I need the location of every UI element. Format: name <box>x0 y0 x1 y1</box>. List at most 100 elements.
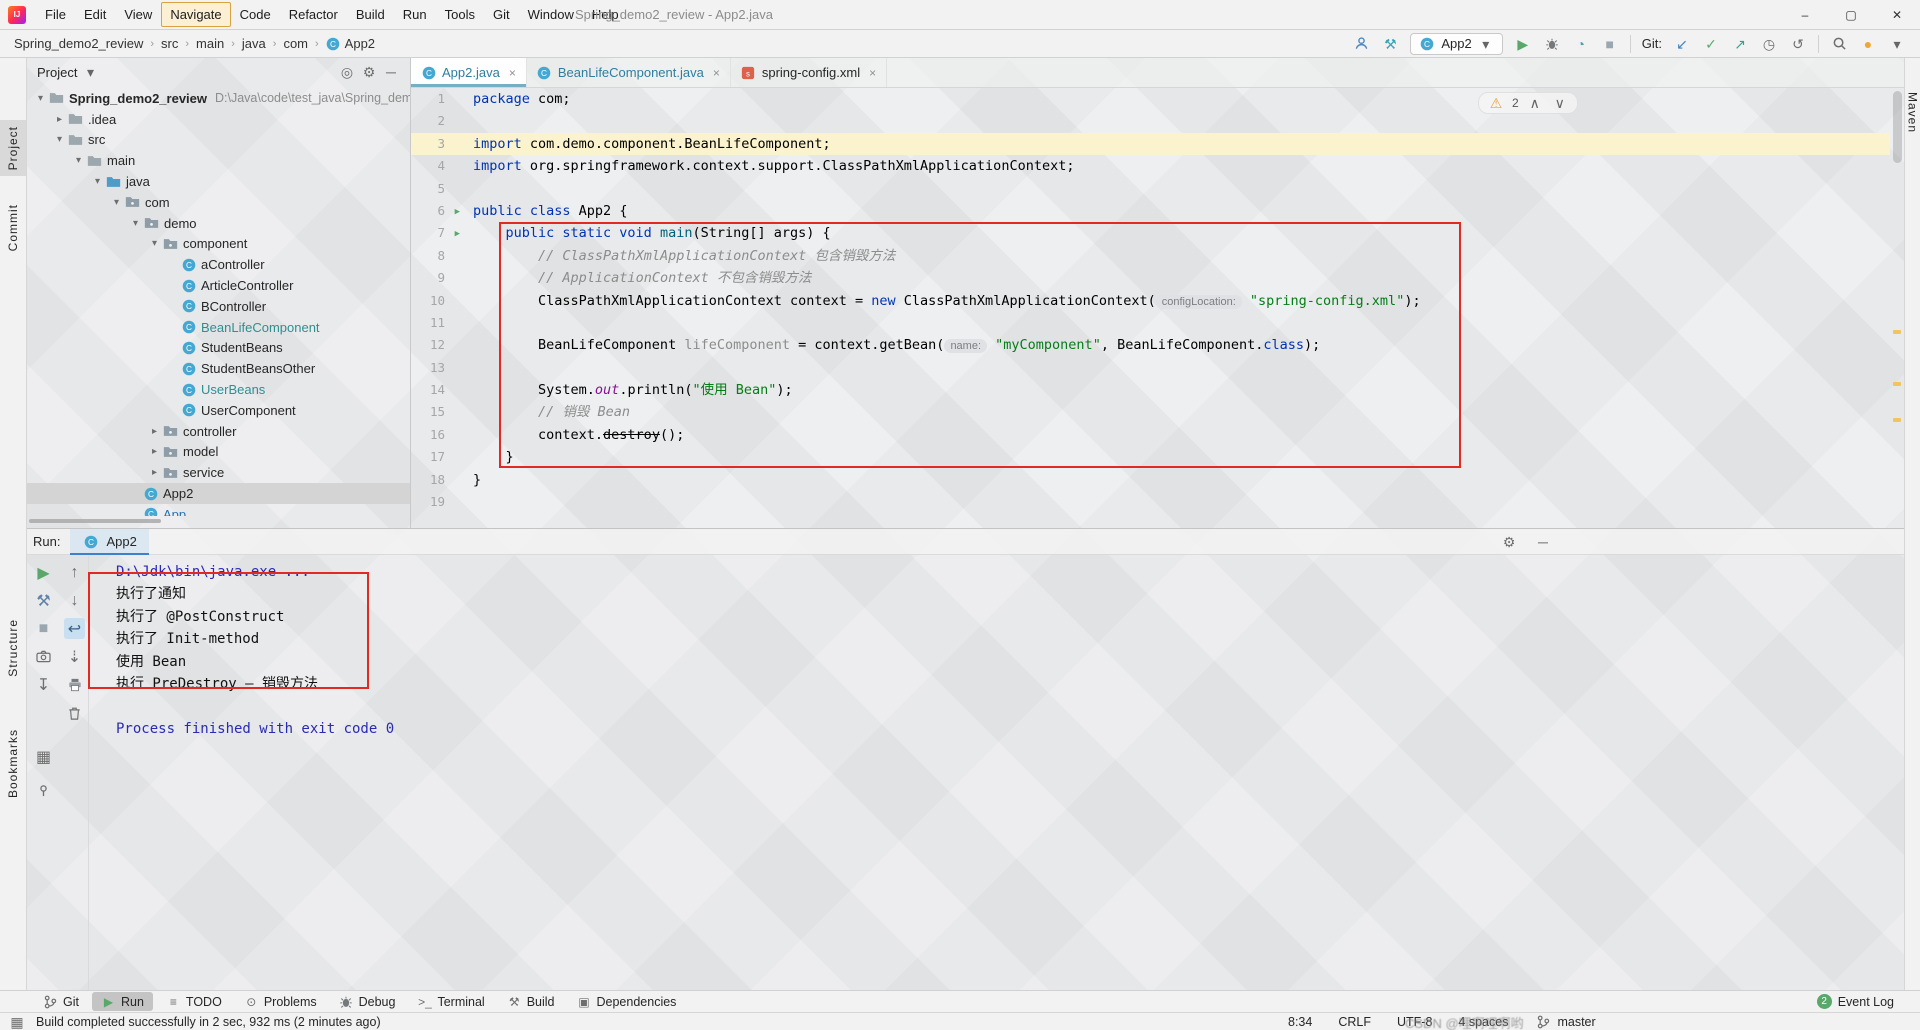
update-indicator-icon[interactable]: ● <box>1859 35 1877 53</box>
build-project-button[interactable]: ⚒ <box>1381 35 1399 53</box>
code-line-18[interactable]: 18} <box>411 469 1890 491</box>
tree-item-UserBeans[interactable]: C UserBeans <box>27 379 410 400</box>
code-line-4[interactable]: 4 import org.springframework.context.supp… <box>411 155 1890 177</box>
run-gutter-icon[interactable]: ▶ <box>455 201 460 223</box>
project-panel-title[interactable]: Project <box>37 65 77 80</box>
code-line-16[interactable]: 16 context.destroy(); <box>411 424 1890 446</box>
code-line-14[interactable]: 14 System.out.println("使用 Bean"); <box>411 379 1890 401</box>
caret-position[interactable]: 8:34 <box>1288 1015 1312 1029</box>
breadcrumb-src[interactable]: src <box>159 35 180 52</box>
editor-tab-BeanLifeComponent.java[interactable]: C BeanLifeComponent.java × <box>527 58 731 87</box>
git-branch-widget[interactable]: master <box>1534 1013 1596 1030</box>
print-icon[interactable] <box>64 674 85 695</box>
breadcrumb-main[interactable]: main <box>194 35 226 52</box>
tree-item-demo[interactable]: ▾ demo <box>27 213 410 234</box>
tree-chevron-icon[interactable]: ▸ <box>147 446 162 457</box>
wrench-icon[interactable]: ⚒ <box>33 590 54 611</box>
run-config-select[interactable]: C App2 ▾ <box>1410 32 1503 55</box>
code-line-5[interactable]: 5 <box>411 178 1890 200</box>
run-settings-gear-icon[interactable]: ⚙ <box>1500 533 1518 551</box>
coverage-button[interactable]: ◔ <box>1572 35 1590 53</box>
breadcrumb-com[interactable]: com <box>281 35 310 52</box>
chevron-down-icon[interactable]: ▾ <box>81 63 99 81</box>
tree-item-BController[interactable]: C BController <box>27 296 410 317</box>
more-actions-icon[interactable]: ▾ <box>1888 35 1906 53</box>
tree-item-Spring_demo2_review[interactable]: ▾ Spring_demo2_review D:\Java\code\test_ja… <box>27 88 410 109</box>
code-line-1[interactable]: 1 package com; <box>411 88 1890 110</box>
close-tab-icon[interactable]: × <box>713 66 720 80</box>
tree-item-BeanLifeComponent[interactable]: C BeanLifeComponent <box>27 317 410 338</box>
menu-edit[interactable]: Edit <box>75 2 115 27</box>
tool-windows-icon[interactable]: ▦ <box>8 1013 26 1030</box>
breadcrumb-java[interactable]: java <box>240 35 268 52</box>
horizontal-scrollbar[interactable] <box>29 519 161 523</box>
tree-chevron-icon[interactable]: ▾ <box>52 134 67 145</box>
tool-window-button-terminal[interactable]: >_ Terminal <box>408 992 493 1011</box>
tool-window-button-run[interactable]: ▶ Run <box>91 992 153 1011</box>
scrollbar-thumb[interactable] <box>1893 91 1902 163</box>
code-line-9[interactable]: 9 // ApplicationContext 不包含销毁方法 <box>411 267 1890 289</box>
tree-chevron-icon[interactable]: ▾ <box>147 238 162 249</box>
warning-stripe-mark[interactable] <box>1893 330 1901 334</box>
tree-chevron-icon[interactable]: ▾ <box>90 176 105 187</box>
tree-chevron-icon[interactable]: ▸ <box>147 467 162 478</box>
hide-panel-icon[interactable]: ─ <box>382 63 400 81</box>
run-console[interactable]: D:\Jdk\bin\java.exe ... 执行了通知 执行了 @PostCon… <box>90 556 1904 990</box>
editor-tab-App2.java[interactable]: C App2.java × <box>411 58 527 87</box>
code-line-11[interactable]: 11 <box>411 312 1890 334</box>
code-line-10[interactable]: 10 ClassPathXmlApplicationContext contex… <box>411 290 1890 312</box>
code-line-6[interactable]: 6 ▶ public class App2 { <box>411 200 1890 222</box>
menu-run[interactable]: Run <box>394 2 436 27</box>
menu-window[interactable]: Window <box>519 2 583 27</box>
tool-window-button-build[interactable]: ⚒ Build <box>498 992 564 1011</box>
tree-item-aController[interactable]: CaController <box>27 254 410 275</box>
tool-window-button-problems[interactable]: ⊙ Problems <box>235 992 326 1011</box>
prev-problem-icon[interactable]: ∧ <box>1526 94 1544 112</box>
tree-item-src[interactable]: ▾ src <box>27 130 410 151</box>
menu-tools[interactable]: Tools <box>436 2 484 27</box>
stripe-tab-maven[interactable]: Maven <box>1905 86 1920 139</box>
close-tab-icon[interactable]: × <box>509 66 516 80</box>
breadcrumb-Spring_demo2_review[interactable]: Spring_demo2_review <box>12 35 145 52</box>
pin-icon[interactable] <box>33 780 54 801</box>
run-button[interactable]: ▶ <box>1514 35 1532 53</box>
stripe-tab-structure[interactable]: Structure <box>0 613 26 683</box>
scroll-end-icon[interactable]: ⇣ <box>64 646 85 667</box>
tree-chevron-icon[interactable]: ▸ <box>147 426 162 437</box>
rerun-icon[interactable]: ▶ <box>33 562 54 583</box>
warning-stripe-mark[interactable] <box>1893 382 1901 386</box>
up-icon[interactable]: ↑ <box>64 562 85 583</box>
camera-icon[interactable] <box>33 646 54 667</box>
tree-chevron-icon[interactable]: ▸ <box>52 114 67 125</box>
run-gutter-icon[interactable]: ▶ <box>455 223 460 245</box>
rollback-button[interactable]: ↺ <box>1789 35 1807 53</box>
menu-build[interactable]: Build <box>347 2 394 27</box>
tree-chevron-icon[interactable]: ▾ <box>109 197 124 208</box>
line-separator[interactable]: CRLF <box>1338 1015 1371 1029</box>
tree-item-.idea[interactable]: ▸ .idea <box>27 109 410 130</box>
search-everywhere-button[interactable] <box>1830 35 1848 53</box>
menu-file[interactable]: File <box>36 2 75 27</box>
tree-chevron-icon[interactable]: ▾ <box>33 93 48 104</box>
inspections-widget[interactable]: ⚠ 2 ∧ ∨ <box>1478 92 1578 114</box>
menu-navigate[interactable]: Navigate <box>161 2 231 27</box>
tree-item-StudentBeans[interactable]: C StudentBeans <box>27 338 410 359</box>
tool-window-button-todo[interactable]: ≡ TODO <box>157 992 231 1011</box>
tree-item-java[interactable]: ▾ java <box>27 171 410 192</box>
code-line-15[interactable]: 15 // 销毁 Bean <box>411 401 1890 423</box>
stripe-tab-commit[interactable]: Commit <box>0 198 26 257</box>
menu-code[interactable]: Code <box>231 2 280 27</box>
user-icon[interactable] <box>1352 35 1370 53</box>
stripe-tab-project[interactable]: Project <box>0 120 26 177</box>
export-icon[interactable]: ↧ <box>33 674 54 695</box>
tree-item-component[interactable]: ▾ component <box>27 234 410 255</box>
tool-window-button-dependencies[interactable]: ▣ Dependencies <box>568 992 686 1011</box>
code-line-12[interactable]: 12 BeanLifeComponent lifeComponent = con… <box>411 334 1890 356</box>
minimize-button[interactable]: – <box>1782 0 1828 30</box>
code-line-2[interactable]: 2 <box>411 110 1890 132</box>
git-commit-button[interactable]: ✓ <box>1702 35 1720 53</box>
close-tab-icon[interactable]: × <box>869 66 876 80</box>
tool-window-button-git[interactable]: Git <box>34 992 88 1011</box>
stripe-tab-bookmarks[interactable]: Bookmarks <box>0 723 26 804</box>
maximize-button[interactable]: ▢ <box>1828 0 1874 30</box>
